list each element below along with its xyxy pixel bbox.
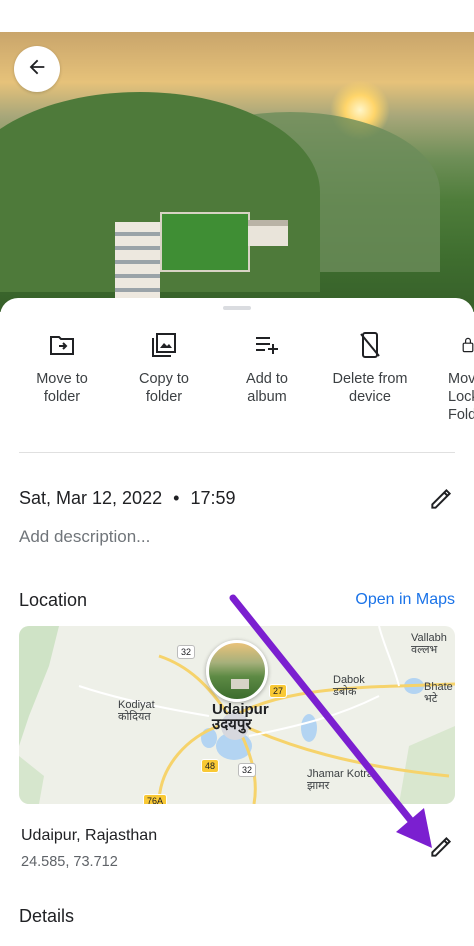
delete-from-device-button[interactable]: Delete from device — [315, 328, 425, 406]
pencil-icon — [428, 836, 454, 864]
location-heading: Location — [19, 590, 88, 610]
pencil-icon — [428, 488, 454, 516]
action-row: Move to folder Copy to folder Add to alb… — [0, 328, 474, 423]
separator-dot: • — [173, 488, 180, 508]
move-to-folder-icon — [7, 328, 117, 362]
arrow-back-icon — [26, 56, 48, 83]
action-label: Move to folder — [36, 371, 88, 405]
edit-location-button[interactable] — [428, 834, 454, 865]
drag-handle[interactable] — [223, 306, 251, 310]
field-shape — [160, 212, 250, 272]
action-label: Copy to folder — [139, 371, 189, 405]
copy-to-folder-button[interactable]: Copy to folder — [109, 328, 219, 406]
locked-folder-icon — [418, 328, 474, 362]
map-place-label: Kodiyat कोदियत — [118, 699, 155, 723]
info-sheet: Move to folder Copy to folder Add to alb… — [0, 298, 474, 946]
photo-location-pin[interactable] — [206, 640, 268, 702]
action-label: Delete from device — [332, 371, 408, 405]
highway-shield: 27 — [269, 684, 288, 698]
details-heading: Details — [19, 906, 75, 926]
action-label: Move Lock Fold — [448, 371, 474, 423]
map-place-label: Bhate भटे — [424, 681, 453, 705]
map-place-label: Vallabh वल्लभ — [411, 632, 447, 656]
add-to-album-icon — [212, 328, 322, 362]
location-map[interactable]: 32 27 48 32 76A Kodiyat कोदियत Udaipur उदय… — [19, 626, 455, 804]
map-place-label: Dabok डबोक — [333, 674, 365, 698]
highway-shield: 76A — [143, 794, 168, 804]
map-city-label: Udaipur उदयपुर — [212, 701, 269, 733]
place-name: Udaipur, Rajasthan — [21, 827, 158, 844]
date-time: Sat, Mar 12, 2022 • 17:59 — [19, 488, 235, 509]
highway-shield: 48 — [201, 759, 220, 773]
move-to-folder-button[interactable]: Move to folder — [7, 328, 117, 406]
divider — [19, 452, 455, 453]
add-to-album-button[interactable]: Add to album — [212, 328, 322, 406]
status-bar — [0, 0, 474, 32]
open-in-maps-link[interactable]: Open in Maps — [355, 591, 455, 609]
delete-from-device-icon — [315, 328, 425, 362]
highway-shield: 32 — [238, 763, 257, 777]
map-place-label: Jhamar Kotra झामर — [307, 768, 374, 792]
copy-to-folder-icon — [109, 328, 219, 362]
back-button[interactable] — [14, 46, 60, 92]
time-text: 17:59 — [190, 488, 236, 508]
building-shape — [115, 222, 160, 302]
action-label: Add to album — [246, 371, 288, 405]
date-text: Sat, Mar 12, 2022 — [19, 488, 163, 508]
add-description-field[interactable]: Add description... — [19, 527, 150, 547]
edit-date-button[interactable] — [428, 486, 454, 517]
coordinates: 24.585, 73.712 — [21, 854, 118, 870]
building-shape — [248, 220, 288, 246]
move-to-locked-folder-button[interactable]: Move Lock Fold — [418, 328, 474, 424]
highway-shield: 32 — [177, 645, 196, 659]
photo-preview — [0, 32, 474, 312]
